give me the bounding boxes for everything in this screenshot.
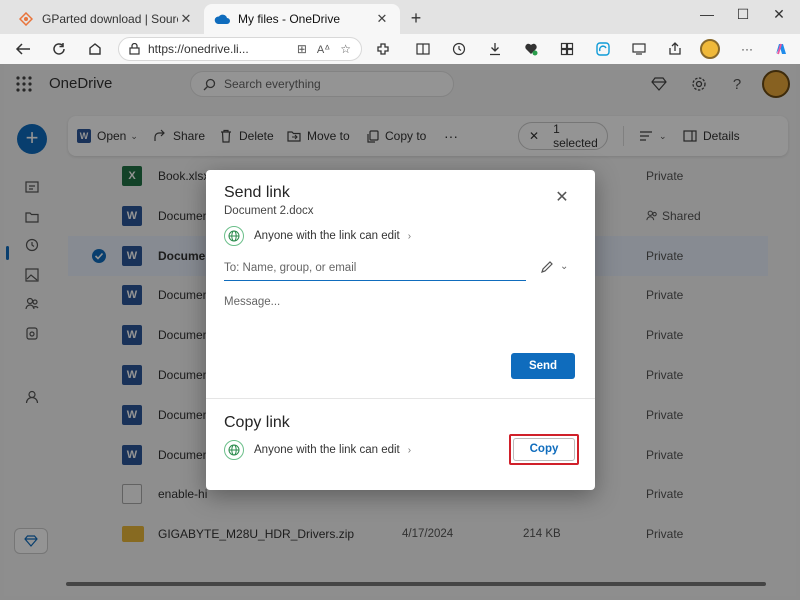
history-icon[interactable] (448, 39, 470, 59)
copy-link-title: Copy link (224, 414, 290, 431)
globe-icon (224, 440, 244, 460)
window-close-icon[interactable]: ✕ (764, 6, 794, 28)
collections-icon[interactable] (556, 39, 578, 59)
tab-label: GParted download | SourceForge (42, 12, 178, 26)
recipient-input[interactable] (224, 256, 526, 281)
apps-icon[interactable]: ⊞ (297, 42, 307, 56)
divider (206, 398, 595, 399)
close-icon[interactable]: ✕ (178, 11, 194, 27)
sourceforge-icon (18, 11, 34, 27)
tab-label: My files - OneDrive (238, 12, 341, 26)
tab-sourceforge[interactable]: GParted download | SourceForge ✕ (8, 4, 204, 34)
favorite-star-icon[interactable]: ☆ (340, 42, 351, 56)
chevron-right-icon: › (407, 444, 412, 456)
edge-app-icon[interactable] (592, 39, 614, 59)
copy-button[interactable]: Copy (513, 438, 575, 461)
address-bar[interactable]: https://onedrive.li... ⊞ Aᐞ ☆ (118, 37, 362, 61)
close-icon[interactable]: ✕ (554, 190, 570, 206)
close-icon[interactable]: ✕ (374, 11, 390, 27)
extensions-icon[interactable] (372, 39, 394, 59)
screenshot-icon[interactable] (628, 39, 650, 59)
permission-label: Anyone with the link can edit (254, 444, 400, 456)
dialog-filename: Document 2.docx (224, 205, 314, 217)
split-screen-icon[interactable] (412, 39, 434, 59)
send-link-dialog: Send link Document 2.docx ✕ Anyone with … (206, 170, 595, 490)
health-heart-icon[interactable] (520, 39, 542, 59)
minimize-icon[interactable]: — (692, 6, 722, 28)
address-toolbar: https://onedrive.li... ⊞ Aᐞ ☆ ··· (0, 34, 800, 64)
share-icon[interactable] (664, 39, 686, 59)
read-aloud-icon[interactable]: Aᐞ (317, 43, 330, 56)
onedrive-cloud-icon (214, 11, 230, 27)
back-arrow-icon[interactable] (12, 39, 34, 59)
edit-pencil-icon[interactable] (540, 260, 556, 276)
maximize-icon[interactable]: ☐ (728, 6, 758, 28)
new-tab-button[interactable]: + (404, 8, 428, 30)
lock-icon (129, 43, 140, 55)
chevron-right-icon: › (407, 230, 412, 242)
tab-onedrive[interactable]: My files - OneDrive ✕ (204, 4, 400, 34)
message-field[interactable] (224, 296, 576, 346)
copy-link-permission-button[interactable]: Anyone with the link can edit › (224, 440, 411, 460)
send-button[interactable]: Send (511, 353, 575, 379)
globe-icon (224, 226, 244, 246)
chevron-down-icon[interactable]: ⌄ (560, 261, 568, 272)
refresh-icon[interactable] (48, 39, 70, 59)
browser-tab-bar: GParted download | SourceForge ✕ My file… (0, 0, 800, 34)
more-options-icon[interactable]: ··· (736, 39, 758, 59)
download-icon[interactable] (484, 39, 506, 59)
dialog-title: Send link (224, 184, 290, 201)
url-text: https://onedrive.li... (148, 42, 249, 56)
permission-label: Anyone with the link can edit (254, 230, 400, 242)
copilot-icon[interactable] (770, 39, 792, 59)
link-permission-button[interactable]: Anyone with the link can edit › (224, 226, 411, 246)
home-icon[interactable] (84, 39, 106, 59)
profile-avatar[interactable] (700, 39, 720, 59)
